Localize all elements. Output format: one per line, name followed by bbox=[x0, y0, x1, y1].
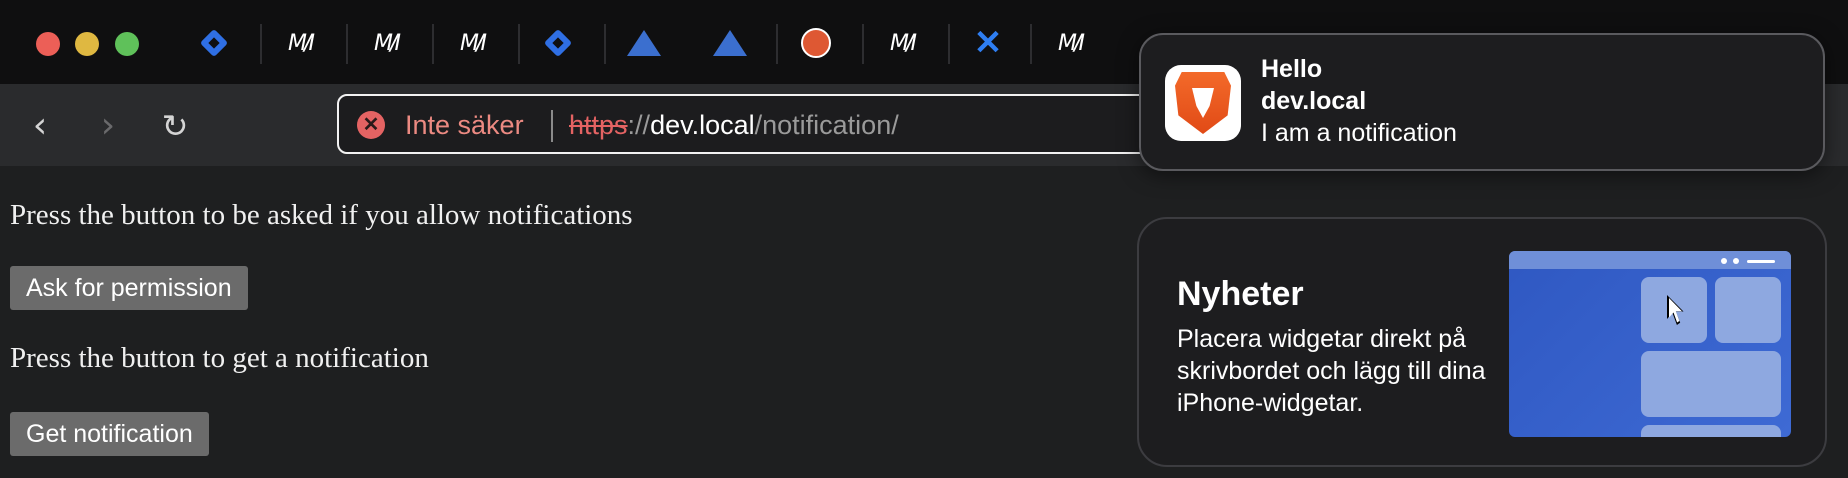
tab-5[interactable] bbox=[528, 20, 588, 66]
url-path: /notification/ bbox=[754, 110, 899, 140]
tab-11[interactable]: M/I bbox=[1040, 20, 1100, 66]
url-text[interactable]: https://dev.local/notification/ bbox=[569, 110, 899, 141]
permission-instructions: Press the button to be asked if you allo… bbox=[10, 199, 633, 231]
preview-widget-tile bbox=[1641, 351, 1781, 417]
jira-diamond-icon bbox=[543, 28, 573, 58]
mm-icon: M/I bbox=[890, 30, 917, 56]
duckduckgo-icon bbox=[801, 28, 831, 58]
get-notification-button[interactable]: Get notification bbox=[10, 412, 209, 456]
widget-promo-card[interactable]: Nyheter Placera widgetar direkt på skriv… bbox=[1137, 217, 1827, 467]
security-label[interactable]: Inte säker bbox=[405, 110, 524, 141]
reload-button[interactable]: ↻ bbox=[155, 106, 195, 146]
url-scheme: https bbox=[569, 110, 628, 140]
mm-icon: M/I bbox=[374, 30, 401, 56]
chevron-left-icon: ‹ bbox=[32, 105, 48, 146]
close-window-button[interactable] bbox=[36, 32, 60, 56]
url-host: dev.local bbox=[650, 110, 755, 140]
notification-body: I am a notification bbox=[1261, 119, 1457, 147]
tab-divider bbox=[518, 24, 520, 64]
preview-dot bbox=[1721, 258, 1727, 264]
ask-permission-button[interactable]: Ask for permission bbox=[10, 266, 248, 310]
tab-2[interactable]: M/I bbox=[270, 20, 330, 66]
tab-1[interactable] bbox=[184, 20, 244, 66]
reload-icon: ↻ bbox=[161, 107, 189, 145]
tab-9[interactable]: M/I bbox=[872, 20, 932, 66]
tab-7[interactable] bbox=[700, 20, 760, 66]
mm-icon: M/I bbox=[460, 30, 487, 56]
widget-title: Nyheter bbox=[1177, 275, 1304, 313]
tab-4[interactable]: M/I bbox=[442, 20, 502, 66]
tab-divider bbox=[1030, 24, 1032, 64]
tab-3[interactable]: M/I bbox=[356, 20, 416, 66]
address-divider bbox=[551, 110, 553, 142]
triangle-icon bbox=[627, 28, 661, 58]
triangle-icon bbox=[713, 28, 747, 58]
tab-6[interactable] bbox=[614, 20, 674, 66]
chevron-right-icon: › bbox=[100, 105, 116, 146]
mm-icon: M/I bbox=[1058, 30, 1085, 56]
widget-preview-image bbox=[1509, 251, 1791, 437]
tab-divider bbox=[948, 24, 950, 64]
address-bar[interactable]: ✕ Inte säker https://dev.local/notificat… bbox=[337, 94, 1485, 154]
insecure-warning-icon[interactable]: ✕ bbox=[357, 111, 385, 139]
url-separator: :// bbox=[627, 110, 651, 140]
mm-icon: M/I bbox=[288, 30, 315, 56]
notify-instructions: Press the button to get a notification bbox=[10, 342, 429, 374]
minimize-window-button[interactable] bbox=[75, 32, 99, 56]
notification-banner[interactable]: Hello dev.local I am a notification bbox=[1139, 33, 1825, 171]
tab-8[interactable] bbox=[786, 20, 846, 66]
preview-menu-line bbox=[1747, 260, 1775, 263]
preview-widget-tile bbox=[1715, 277, 1781, 343]
tab-divider bbox=[346, 24, 348, 64]
notification-subtitle: dev.local bbox=[1261, 87, 1367, 115]
preview-menubar bbox=[1509, 251, 1791, 269]
notification-title: Hello bbox=[1261, 55, 1323, 83]
forward-button[interactable]: › bbox=[88, 106, 128, 146]
tab-divider bbox=[432, 24, 434, 64]
back-button[interactable]: ‹ bbox=[20, 106, 60, 146]
tab-divider bbox=[260, 24, 262, 64]
confluence-icon: ✕ bbox=[973, 24, 1003, 62]
tab-divider bbox=[862, 24, 864, 64]
jira-diamond-icon bbox=[199, 28, 229, 58]
widget-description: Placera widgetar direkt på skrivbordet o… bbox=[1177, 325, 1486, 417]
preview-widget-tile bbox=[1641, 425, 1781, 437]
preview-dot bbox=[1733, 258, 1739, 264]
brave-icon bbox=[1165, 65, 1241, 141]
tab-divider bbox=[776, 24, 778, 64]
tab-10[interactable]: ✕ bbox=[958, 20, 1018, 66]
zoom-window-button[interactable] bbox=[115, 32, 139, 56]
tab-divider bbox=[604, 24, 606, 64]
